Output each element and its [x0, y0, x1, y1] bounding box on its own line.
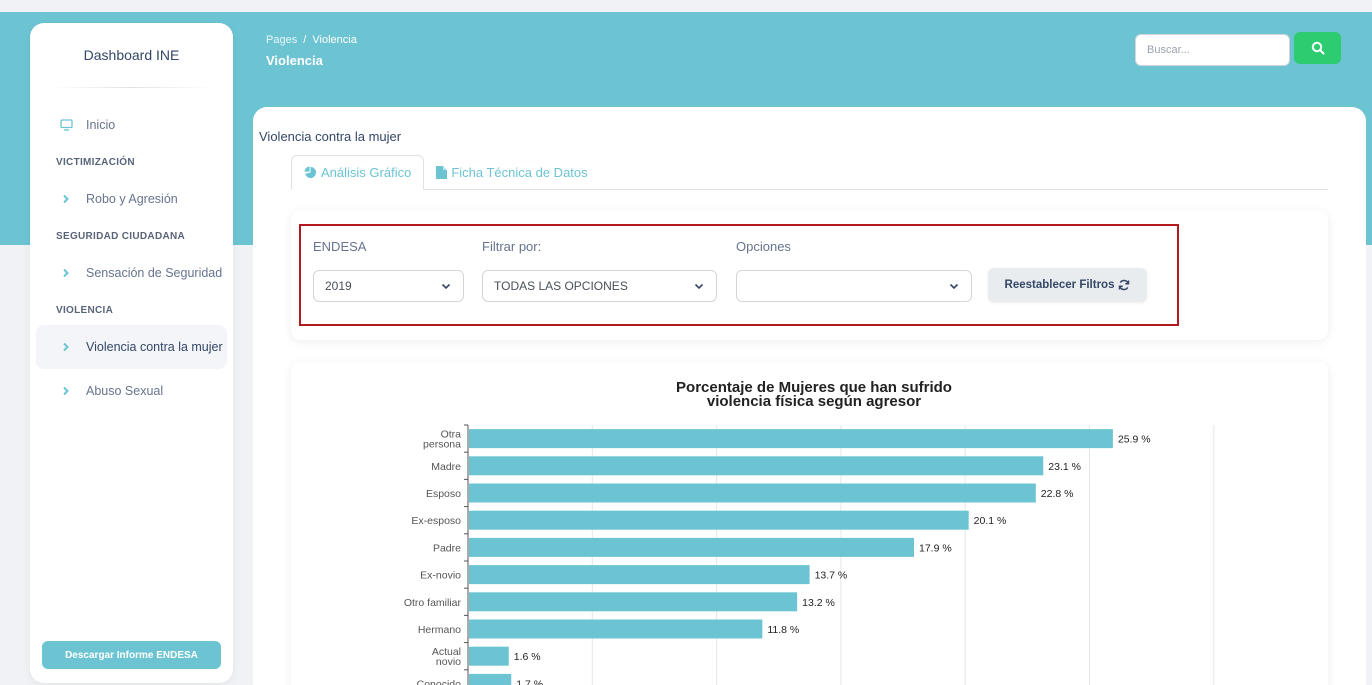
options-select[interactable]	[736, 270, 972, 302]
sidebar-item[interactable]: Sensación de Seguridad	[30, 251, 233, 295]
sidebar: Dashboard INE Inicio VICTIMIZACIÓN Robo y …	[30, 23, 233, 683]
bar-value-label: 22.8 %	[1041, 488, 1074, 500]
filter-by-select[interactable]: TODAS LAS OPCIONES	[482, 270, 717, 302]
sidebar-section-label: VIOLENCIA	[56, 304, 114, 316]
tab-ficha-tecnica[interactable]: Ficha Técnica de Datos	[424, 155, 599, 190]
sidebar-section-label: SEGURIDAD CIUDADANA	[56, 230, 186, 242]
card-title: Violencia contra la mujer	[259, 129, 402, 144]
category-label: Esposo	[426, 488, 461, 500]
sidebar-item-label: Robo y Agresión	[86, 192, 178, 206]
search-placeholder: Buscar...	[1147, 44, 1190, 56]
bar	[469, 483, 1036, 503]
sidebar-item[interactable]: Violencia contra la mujer	[36, 325, 227, 369]
bar-value-label: 13.2 %	[802, 597, 835, 609]
chevron-right-icon	[56, 194, 76, 204]
breadcrumb-root[interactable]: Pages	[266, 34, 297, 46]
bar-value-label: 1.7 %	[516, 678, 543, 685]
bar-value-label: 25.9 %	[1118, 434, 1151, 446]
bar-value-label: 20.1 %	[974, 515, 1007, 527]
search-button[interactable]	[1294, 32, 1341, 64]
tab-bar: Análisis Gráfico Ficha Técnica de Datos	[291, 155, 1328, 190]
breadcrumb: Pages / Violencia	[266, 34, 357, 46]
bar	[469, 510, 969, 530]
bar	[469, 592, 798, 612]
category-label: Hermano	[418, 624, 461, 636]
sidebar-item[interactable]: Inicio	[30, 103, 233, 147]
bar-value-label: 23.1 %	[1048, 461, 1081, 473]
main-card: Violencia contra la mujer Análisis Gráfi…	[253, 107, 1366, 685]
bar-value-label: 11.8 %	[767, 624, 799, 636]
bar	[469, 646, 509, 666]
bar-value-label: 1.6 %	[514, 651, 541, 663]
chevron-down-icon	[441, 283, 451, 290]
refresh-icon	[1119, 279, 1130, 291]
reset-filters-button[interactable]: Reestablecer Filtros	[988, 268, 1147, 302]
sidebar-nav: Inicio VICTIMIZACIÓN Robo y Agresión SEGURI…	[30, 103, 233, 413]
tab-label: Análisis Gráfico	[321, 165, 412, 180]
reset-filters-label: Reestablecer Filtros	[1004, 279, 1115, 291]
monitor-icon	[56, 119, 76, 131]
search-icon	[1311, 41, 1324, 55]
bar	[469, 537, 914, 557]
sidebar-item[interactable]: Abuso Sexual	[30, 369, 233, 413]
endesa-select-value: 2019	[325, 279, 352, 293]
category-label: Madre	[431, 461, 461, 473]
chart-title: violencia física según agresor	[707, 393, 921, 410]
chart-card: Porcentaje de Mujeres que han sufrido vio…	[291, 362, 1328, 685]
bar	[469, 429, 1113, 449]
category-label: Padre	[433, 542, 461, 554]
page-title: Violencia	[266, 53, 323, 68]
bar	[469, 565, 810, 585]
brand-title[interactable]: Dashboard INE	[30, 23, 233, 87]
tab-analisis-grafico[interactable]: Análisis Gráfico	[291, 155, 425, 190]
chevron-right-icon	[56, 386, 76, 396]
category-label: persona	[423, 439, 461, 451]
filter-group: ENDESA 2019 Filtrar por: TODAS LAS OPCIO…	[299, 224, 1179, 326]
search-input[interactable]: Buscar...	[1135, 34, 1290, 66]
category-label: Conocido	[417, 678, 462, 685]
chevron-right-icon	[56, 342, 76, 352]
options-label: Opciones	[736, 239, 791, 254]
breadcrumb-separator: /	[303, 34, 307, 46]
chevron-down-icon	[694, 283, 704, 290]
bar	[469, 619, 763, 639]
sidebar-item-label: Violencia contra la mujer	[86, 340, 223, 354]
chevron-down-icon	[949, 283, 959, 290]
sidebar-item-label: Inicio	[86, 118, 116, 132]
breadcrumb-current: Violencia	[312, 34, 357, 46]
bar-chart: Porcentaje de Mujeres que han sufridovio…	[404, 379, 1215, 685]
endesa-select[interactable]: 2019	[313, 270, 464, 302]
bar-value-label: 13.7 %	[815, 570, 848, 582]
pie-chart-icon	[304, 166, 317, 179]
bar	[469, 456, 1044, 476]
sidebar-item[interactable]: Robo y Agresión	[30, 177, 233, 221]
category-label: novio	[436, 656, 461, 668]
sidebar-item-label: Abuso Sexual	[86, 384, 164, 398]
category-label: Ex-esposo	[411, 515, 461, 527]
download-report-button[interactable]: Descargar Informe ENDESA	[42, 641, 221, 669]
filter-by-select-value: TODAS LAS OPCIONES	[494, 279, 628, 293]
category-label: Otro familiar	[404, 597, 462, 609]
bar	[469, 673, 512, 685]
filter-card: ENDESA 2019 Filtrar por: TODAS LAS OPCIO…	[291, 210, 1328, 340]
filter-by-label: Filtrar por:	[482, 239, 542, 254]
endesa-label: ENDESA	[313, 239, 367, 254]
chevron-right-icon	[56, 268, 76, 278]
sidebar-item-label: Sensación de Seguridad	[86, 266, 223, 280]
tab-label: Ficha Técnica de Datos	[451, 165, 588, 180]
sidebar-section-label: VICTIMIZACIÓN	[56, 156, 135, 168]
file-icon	[436, 166, 448, 179]
bar-value-label: 17.9 %	[919, 542, 952, 554]
category-label: Ex-novio	[420, 570, 461, 582]
